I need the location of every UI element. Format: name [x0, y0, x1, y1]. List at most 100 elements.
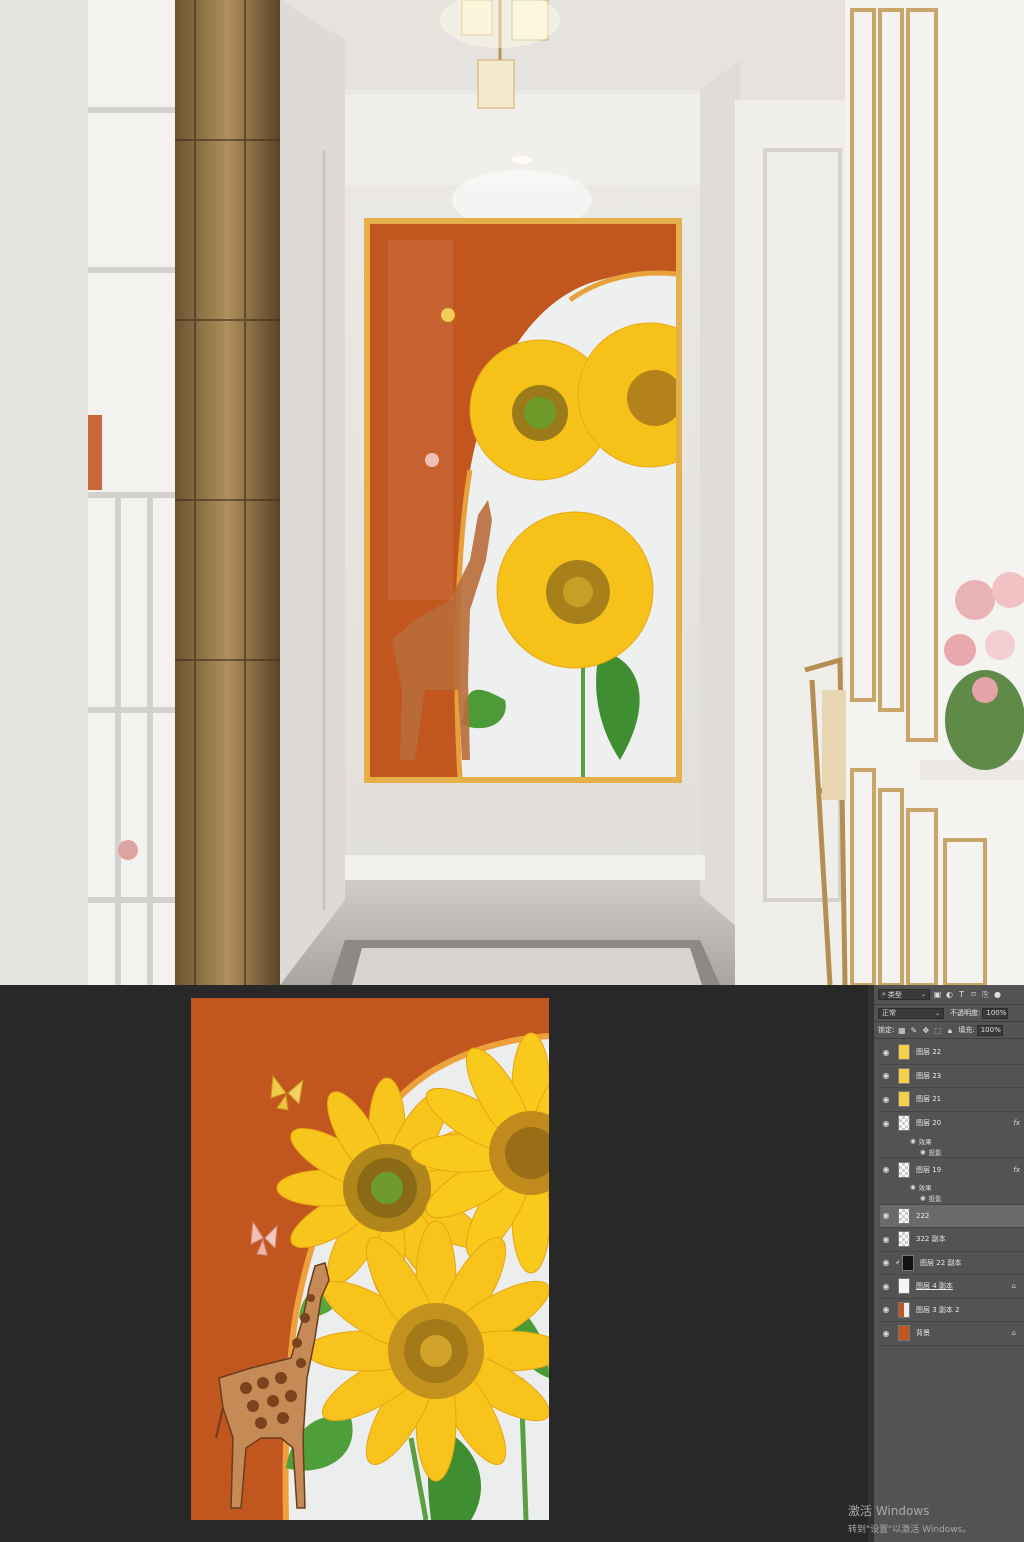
lock-paint-icon[interactable]: ✎	[909, 1026, 918, 1035]
lock-all-icon[interactable]: 🔒︎	[945, 1026, 954, 1035]
layer-thumbnail	[898, 1067, 910, 1084]
lock-label: 锁定:	[878, 1026, 895, 1034]
effects-label: 效果	[918, 1184, 932, 1193]
eye-icon[interactable]: ◉	[880, 1235, 892, 1244]
eye-icon[interactable]: ◉	[920, 1148, 926, 1156]
layer-thumbnail	[898, 1115, 910, 1132]
opacity-input[interactable]: 100%	[982, 1007, 1009, 1019]
eye-icon[interactable]: ◉	[880, 1095, 892, 1104]
filter-toggle-icon[interactable]: ●	[993, 990, 1002, 999]
opacity-label: 不透明度:	[950, 1009, 981, 1017]
eye-icon[interactable]: ◉	[920, 1194, 926, 1202]
lock-fill-row: 锁定: ▦ ✎ ✥ ⬚ 🔒︎ 填充: 100%	[874, 1022, 1024, 1039]
lock-icon: ⌂	[1011, 1329, 1016, 1338]
effects-label: 效果	[918, 1137, 932, 1146]
layer-thumbnail	[898, 1091, 910, 1108]
lock-icon: ⌂	[1011, 1282, 1016, 1291]
chevron-down-icon: ⌄	[920, 991, 926, 998]
layer-name: 图层 22 副本	[920, 1258, 962, 1267]
eye-icon[interactable]: ◉	[880, 1305, 892, 1314]
artwork-preview	[191, 998, 549, 1520]
filter-kind-select[interactable]: ⌕ 类型 ⌄	[878, 989, 930, 1000]
room-mockup-illustration	[0, 0, 1024, 985]
eye-icon[interactable]: ◉	[880, 1048, 892, 1057]
watermark-subtitle: 转到"设置"以激活 Windows。	[848, 1525, 972, 1535]
blend-mode-label: 正常	[882, 1009, 896, 1017]
eye-icon[interactable]: ◉	[910, 1183, 916, 1191]
layer-name: 图层 3 副本 2	[916, 1305, 960, 1314]
smart-object-filter-icon[interactable]: ⎘	[981, 990, 990, 999]
layer-thumbnail	[898, 1231, 910, 1248]
eye-icon[interactable]: ◉	[910, 1137, 916, 1145]
watermark-title: 激活 Windows	[848, 1504, 930, 1518]
layer-thumbnail	[898, 1207, 910, 1224]
layer-row[interactable]: ◉ 图层 19 fx	[880, 1158, 1024, 1182]
lock-artboard-icon[interactable]: ⬚	[933, 1026, 942, 1035]
layer-row[interactable]: ◉ ↲ 图层 22 副本	[880, 1252, 1024, 1275]
effects-row[interactable]: ◉ 效果	[880, 1135, 1024, 1147]
layer-name: 图层 21	[916, 1095, 942, 1104]
layer-mask-thumbnail	[902, 1254, 915, 1271]
filter-kind-label: 类型	[887, 990, 902, 999]
blend-mode-select[interactable]: 正常 ⌄	[878, 1007, 944, 1019]
document-workspace	[0, 985, 868, 1542]
fill-input[interactable]: 100%	[976, 1024, 1003, 1036]
eye-icon[interactable]: ◉	[880, 1165, 892, 1174]
eye-icon[interactable]: ◉	[880, 1329, 892, 1338]
lock-move-icon[interactable]: ✥	[921, 1026, 930, 1035]
layer-thumbnail	[898, 1325, 910, 1342]
lock-transparent-icon[interactable]: ▦	[897, 1026, 906, 1035]
fill-label: 填充:	[958, 1026, 975, 1034]
layer-row[interactable]: ◉ 图层 20 fx	[880, 1112, 1024, 1136]
drop-shadow-effect-row[interactable]: ◉ 投影	[880, 1193, 1024, 1205]
shape-filter-icon[interactable]: ⌑	[969, 990, 978, 999]
room-mockup-scene	[0, 0, 1024, 985]
layer-name: 图层 22	[916, 1048, 942, 1057]
eye-icon[interactable]: ◉	[880, 1119, 892, 1128]
document-canvas[interactable]	[191, 998, 549, 1520]
fx-badge[interactable]: fx	[1013, 1166, 1020, 1174]
layer-row[interactable]: ◉ 322 副本	[880, 1228, 1024, 1252]
layer-name: 图层 19	[916, 1165, 942, 1174]
layer-row-selected[interactable]: ◉ 222	[880, 1204, 1024, 1228]
layer-name: 背景	[916, 1329, 930, 1338]
fill-value: 100%	[980, 1026, 1001, 1034]
layer-row[interactable]: ◉ 背景 ⌂	[880, 1322, 1024, 1346]
fx-badge[interactable]: fx	[1013, 1119, 1020, 1127]
framed-artwork	[364, 218, 682, 783]
layers-panel: ⌕ 类型 ⌄ ▣ ◐ T ⌑ ⎘ ● 正常 ⌄ 不透明度: 100% 锁定: ▦…	[868, 985, 1024, 1542]
layer-list: ◉ 图层 22 ◉ 图层 23 ◉ 图层 21 ◉ 图层 20 fx ◉ 效果 …	[880, 1041, 1024, 1346]
layer-name: 322 副本	[916, 1235, 946, 1244]
effect-name: 投影	[928, 1148, 942, 1157]
blend-opacity-row: 正常 ⌄ 不透明度: 100%	[874, 1005, 1024, 1022]
clip-arrow-icon: ↲	[895, 1259, 901, 1267]
layer-name: 图层 4 副本	[916, 1282, 953, 1291]
effect-name: 投影	[928, 1195, 942, 1204]
layer-row[interactable]: ◉ 图层 22	[880, 1041, 1024, 1065]
layer-name: 222	[916, 1211, 930, 1220]
pixel-filter-icon[interactable]: ▣	[933, 990, 942, 999]
eye-icon[interactable]: ◉	[880, 1071, 892, 1080]
eye-icon[interactable]: ◉	[880, 1258, 892, 1267]
layer-thumbnail	[898, 1278, 910, 1295]
eye-icon[interactable]: ◉	[880, 1282, 892, 1291]
opacity-value: 100%	[986, 1009, 1007, 1017]
layer-thumbnail	[898, 1301, 910, 1318]
eye-icon[interactable]: ◉	[880, 1211, 892, 1220]
type-filter-icon[interactable]: T	[957, 990, 966, 999]
drop-shadow-effect-row[interactable]: ◉ 投影	[880, 1147, 1024, 1158]
layer-row[interactable]: ◉ 图层 23	[880, 1065, 1024, 1088]
layer-name: 图层 23	[916, 1071, 942, 1080]
layer-name: 图层 20	[916, 1119, 942, 1128]
chevron-down-icon: ⌄	[934, 1009, 940, 1017]
effects-row[interactable]: ◉ 效果	[880, 1182, 1024, 1194]
layer-row[interactable]: ◉ 图层 4 副本 ⌂	[880, 1275, 1024, 1299]
search-icon: ⌕	[882, 990, 886, 998]
layer-row[interactable]: ◉ 图层 3 副本 2	[880, 1299, 1024, 1322]
adjustment-filter-icon[interactable]: ◐	[945, 990, 954, 999]
windows-activation-watermark: 激活 Windows 转到"设置"以激活 Windows。	[848, 1502, 971, 1535]
layer-filter-row: ⌕ 类型 ⌄ ▣ ◐ T ⌑ ⎘ ●	[874, 985, 1024, 1005]
layer-thumbnail	[898, 1161, 910, 1178]
layer-row[interactable]: ◉ 图层 21	[880, 1088, 1024, 1112]
layer-thumbnail	[898, 1044, 910, 1061]
